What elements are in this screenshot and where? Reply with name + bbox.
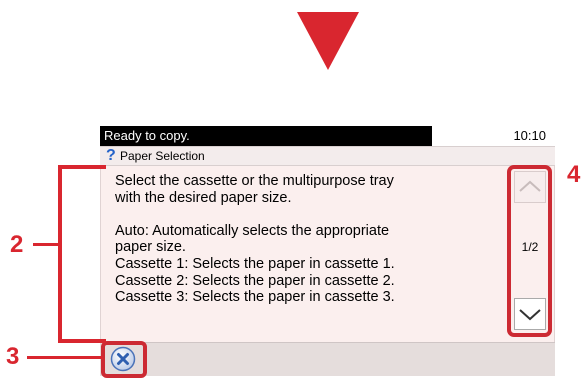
dialog-title: Paper Selection xyxy=(120,149,205,163)
callout-2-leader xyxy=(33,243,60,246)
bottom-bar xyxy=(100,342,555,376)
help-message: Select the cassette or the multipurpose … xyxy=(115,173,395,306)
callout-3-leader xyxy=(27,356,103,359)
callout-4-label: 4 xyxy=(567,161,581,188)
callout-2-bracket-bottom xyxy=(58,339,106,343)
callout-2-bracket-vertical xyxy=(58,165,62,343)
callout-2-bracket-top xyxy=(58,165,106,169)
down-arrow-icon xyxy=(297,12,359,70)
callout-3-highlight xyxy=(101,341,147,378)
clock: 10:10 xyxy=(513,128,546,143)
callout-4-highlight xyxy=(507,165,552,337)
callout-2-label: 2 xyxy=(10,231,24,258)
callout-3-label: 3 xyxy=(6,343,20,370)
status-message: Ready to copy. xyxy=(100,126,432,146)
question-mark-icon[interactable]: ? xyxy=(106,147,116,165)
